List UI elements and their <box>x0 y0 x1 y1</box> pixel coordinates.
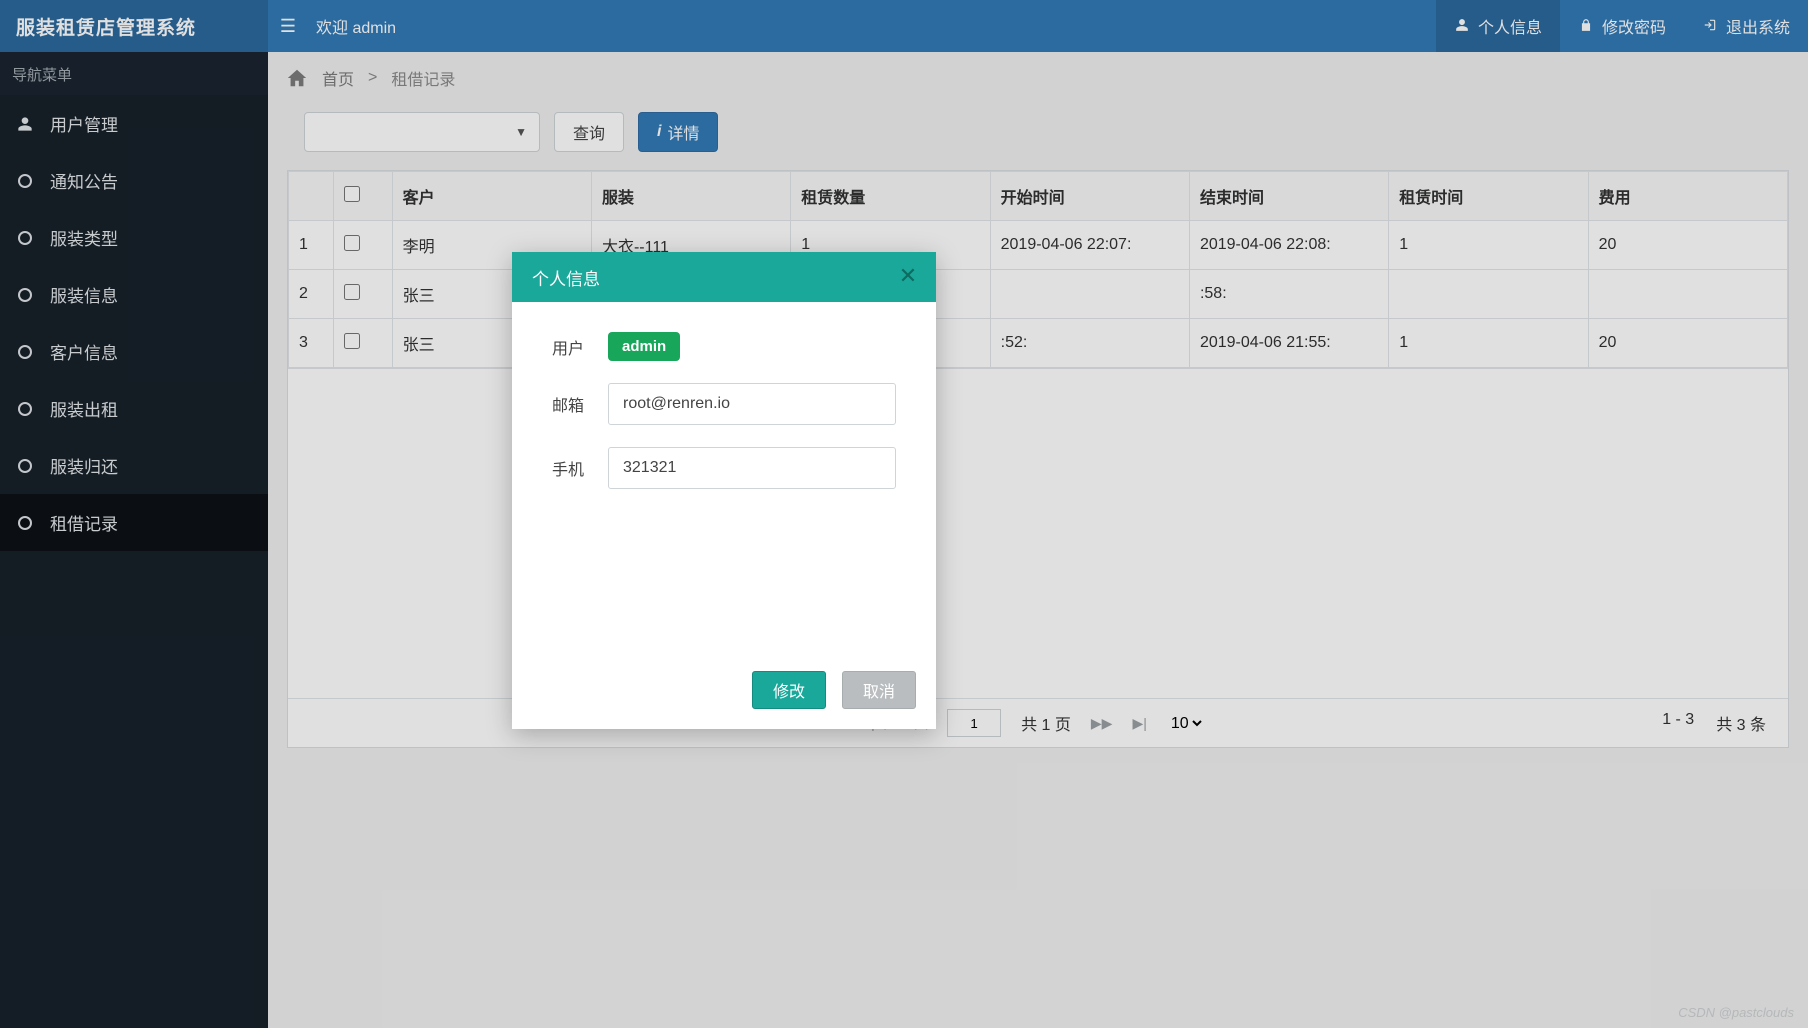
close-icon[interactable]: ✕ <box>890 258 926 294</box>
user-label: 用户 <box>552 335 608 359</box>
profile-modal: 个人信息 ✕ 用户 admin 邮箱 手机 修改 取消 <box>512 252 936 729</box>
modal-title: 个人信息 <box>532 265 600 290</box>
submit-button[interactable]: 修改 <box>752 671 826 709</box>
watermark-text: CSDN @pastclouds <box>1678 1005 1794 1020</box>
modal-header: 个人信息 ✕ <box>512 252 936 302</box>
email-label: 邮箱 <box>552 392 608 416</box>
email-field[interactable] <box>608 383 896 425</box>
user-badge: admin <box>608 332 680 361</box>
phone-label: 手机 <box>552 456 608 480</box>
phone-field[interactable] <box>608 447 896 489</box>
cancel-button[interactable]: 取消 <box>842 671 916 709</box>
